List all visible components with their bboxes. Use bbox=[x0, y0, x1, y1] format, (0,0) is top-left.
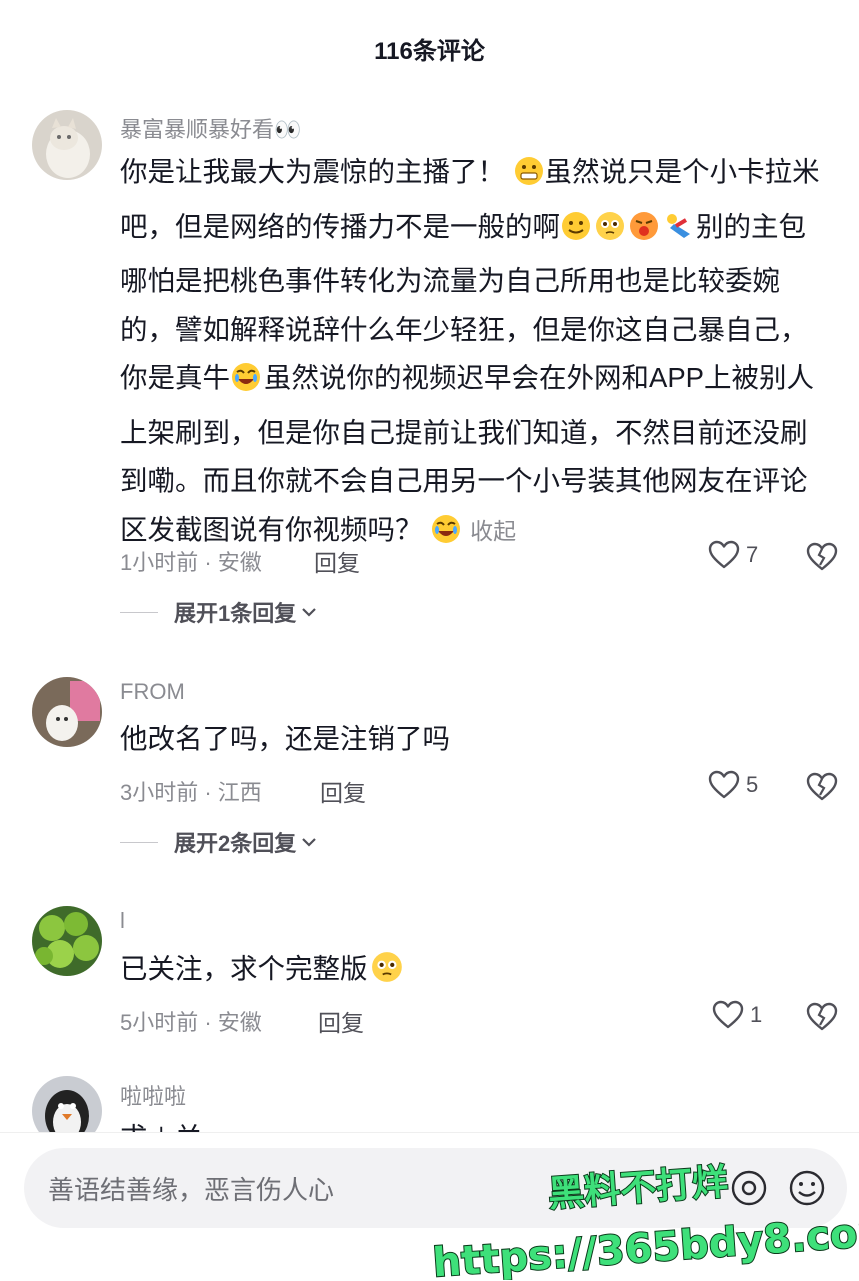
like-count: 7 bbox=[746, 542, 759, 567]
expand-replies-button[interactable]: 展开2条回复 bbox=[120, 826, 318, 858]
comment-time-location: 5小时前 · 安徽 bbox=[120, 1010, 262, 1035]
comment-text-content: 已关注，求个完整版 bbox=[120, 953, 368, 984]
pleading-emoji-icon bbox=[368, 950, 408, 1000]
comment-text-part: 你是让我最大为震惊的主播了！ bbox=[120, 156, 505, 187]
dislike-button[interactable] bbox=[806, 772, 838, 807]
reply-button[interactable]: 回复 bbox=[318, 1004, 364, 1038]
dislike-button[interactable] bbox=[806, 542, 838, 577]
broken-heart-icon bbox=[806, 1002, 838, 1031]
dislike-button[interactable] bbox=[806, 1002, 838, 1037]
grimace-emoji-icon bbox=[513, 154, 545, 203]
comment-input-placeholder: 善语结善缘，恶言伤人心 bbox=[48, 1174, 335, 1205]
rofl-emoji-icon bbox=[230, 360, 264, 409]
person-sliding-icon bbox=[662, 209, 696, 258]
broken-heart-icon bbox=[806, 542, 838, 571]
expand-replies-button[interactable]: 展开1条回复 bbox=[120, 596, 318, 628]
username[interactable]: l bbox=[120, 908, 125, 934]
heart-outline-icon bbox=[708, 770, 740, 799]
heart-outline-icon bbox=[708, 540, 740, 569]
chevron-down-icon bbox=[302, 608, 317, 617]
comment-text: 你是让我最大为震惊的主播了！ 虽然说只是个小卡拉米吧，但是网络的传播力不是一般的… bbox=[120, 148, 830, 560]
comment-text: 已关注，求个完整版 bbox=[120, 945, 830, 1000]
like-button[interactable]: 1 bbox=[712, 1000, 762, 1030]
chevron-down-icon bbox=[302, 838, 317, 847]
broken-heart-icon bbox=[806, 772, 838, 801]
comment-time-location: 3小时前 · 江西 bbox=[120, 780, 262, 805]
like-button[interactable]: 5 bbox=[708, 770, 758, 800]
reply-button[interactable]: 回复 bbox=[320, 774, 366, 808]
pleading-emoji-icon bbox=[594, 209, 628, 258]
watermark: 黑料不打烊 https://365bdy8.com bbox=[430, 1161, 859, 1280]
divider bbox=[120, 611, 158, 613]
divider bbox=[120, 841, 158, 843]
avatar[interactable] bbox=[32, 677, 102, 747]
expand-replies-label: 展开2条回复 bbox=[174, 831, 297, 856]
username[interactable]: 暴富暴顺暴好看👀 bbox=[120, 112, 301, 144]
comment-count-title: 116条评论 bbox=[374, 37, 485, 65]
like-count: 1 bbox=[750, 1002, 763, 1027]
comment-text: 他改名了吗，还是注销了吗 bbox=[120, 723, 450, 754]
rofl-emoji-icon bbox=[430, 512, 464, 561]
avatar[interactable] bbox=[32, 110, 102, 180]
collapse-link[interactable]: 收起 bbox=[470, 518, 516, 544]
comments-header: 116条评论 bbox=[0, 0, 859, 96]
like-button[interactable]: 7 bbox=[708, 540, 758, 570]
heart-outline-icon bbox=[712, 1000, 744, 1029]
kiss-emoji-icon bbox=[628, 209, 662, 258]
username[interactable]: 啦啦啦 bbox=[120, 1079, 186, 1111]
watermark-line2: https://365bdy8.com bbox=[431, 1208, 859, 1280]
reply-button[interactable]: 回复 bbox=[314, 544, 360, 578]
like-count: 5 bbox=[746, 772, 759, 797]
expand-replies-label: 展开1条回复 bbox=[174, 601, 297, 626]
comment-time-location: 1小时前 · 安徽 bbox=[120, 550, 262, 575]
username[interactable]: FROM bbox=[120, 679, 185, 705]
avatar[interactable] bbox=[32, 906, 102, 976]
watermark-line1: 黑料不打烊 bbox=[547, 1162, 729, 1215]
smirk-emoji-icon bbox=[560, 209, 594, 258]
